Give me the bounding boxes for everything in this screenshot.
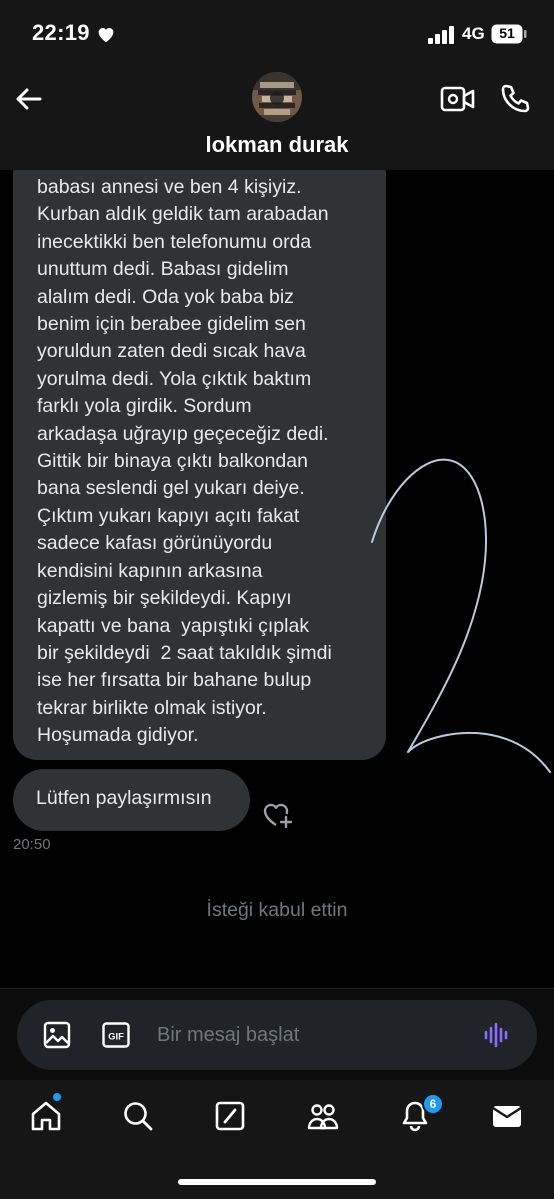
contact-name[interactable]: lokman durak: [0, 132, 554, 158]
avatar[interactable]: [252, 72, 302, 122]
back-arrow-icon[interactable]: [12, 82, 46, 116]
heart-icon: [98, 28, 114, 43]
system-note: İsteği kabul ettin: [206, 899, 348, 921]
message-bubble[interactable]: Lütfen paylaşırmısın: [13, 769, 250, 831]
gif-icon[interactable]: GIF: [102, 1022, 130, 1048]
message-timestamp: 20:50: [13, 836, 51, 853]
status-bar: 22:19 4G 51: [0, 0, 554, 66]
message-composer: GIF: [17, 1000, 537, 1070]
phone-call-icon[interactable]: [498, 82, 532, 116]
message-bubble[interactable]: babası annesi ve ben 4 kişiyiz. Kurban a…: [13, 170, 386, 760]
video-call-icon[interactable]: [440, 84, 476, 114]
search-icon[interactable]: [121, 1099, 155, 1133]
communities-icon[interactable]: [306, 1099, 340, 1133]
home-icon[interactable]: [29, 1099, 63, 1133]
home-indicator: [178, 1179, 376, 1185]
image-icon[interactable]: [43, 1021, 71, 1049]
messages-icon[interactable]: [490, 1099, 524, 1133]
notifications-badge: 6: [422, 1093, 444, 1115]
handwritten-scribble: [371, 458, 551, 773]
message-input[interactable]: [157, 1014, 467, 1056]
home-unread-dot: [53, 1093, 61, 1101]
battery-level: 51: [499, 25, 515, 41]
add-reaction-heart-icon[interactable]: [262, 800, 294, 830]
bottom-nav: 6: [0, 1080, 554, 1199]
network-type: 4G: [462, 24, 485, 43]
composer-area: GIF: [0, 988, 554, 1080]
avatar-image: [252, 72, 302, 122]
gif-label: GIF: [108, 1032, 124, 1043]
grok-icon[interactable]: [213, 1099, 247, 1133]
message-list[interactable]: babası annesi ve ben 4 kişiyiz. Kurban a…: [0, 170, 554, 988]
conversation-header: lokman durak: [0, 66, 554, 170]
signal-icon: [428, 26, 454, 44]
voice-message-icon[interactable]: [483, 1021, 511, 1049]
status-time: 22:19: [32, 20, 90, 45]
